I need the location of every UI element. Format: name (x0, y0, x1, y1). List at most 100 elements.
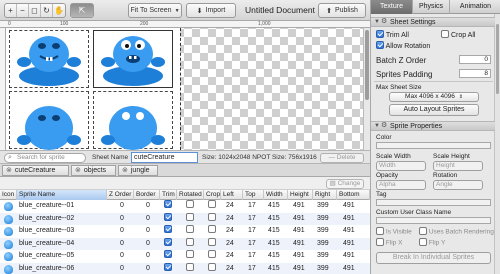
rotated-checkbox[interactable] (186, 225, 194, 234)
custom-class-input[interactable] (376, 217, 491, 224)
scale-height-input[interactable]: Height (433, 161, 483, 171)
column-header-left[interactable]: Left (221, 190, 243, 200)
pan-hand-icon[interactable]: ✋ (53, 4, 65, 17)
rotation-label: Rotation (433, 172, 458, 179)
table-row[interactable]: blue_creature--04 0 0 24 17 415 491 399 … (0, 237, 370, 250)
crop-all-checkbox[interactable]: Crop All (441, 30, 475, 39)
table-row[interactable]: blue_creature--02 0 0 24 17 415 491 399 … (0, 212, 370, 225)
column-header-trim[interactable]: Trim (160, 190, 177, 200)
is-visible-checkbox[interactable]: Is Visible (376, 227, 412, 236)
folder-tab-jungle[interactable]: ⊗ jungle (118, 165, 158, 176)
select-arrow-icon[interactable]: ⇱ (71, 4, 93, 17)
rotated-checkbox[interactable] (186, 200, 194, 209)
scroll-thumb[interactable] (365, 30, 369, 100)
canvas-vertical-scrollbar[interactable] (363, 28, 370, 150)
max-sheet-size-select[interactable]: Max 4096 x 4096 ⇕ (389, 92, 479, 102)
trim-checkbox[interactable] (164, 200, 172, 209)
crop-checkbox[interactable] (208, 225, 216, 234)
table-row[interactable]: blue_creature--01 0 0 24 17 415 491 399 … (0, 200, 370, 213)
folder-tab-objects[interactable]: ⊗ objects (71, 165, 116, 176)
table-row[interactable]: blue_creature--06 0 0 24 17 415 491 399 … (0, 262, 370, 274)
tab-animation[interactable]: Animation (450, 0, 500, 14)
trim-checkbox[interactable] (164, 250, 172, 259)
crop-checkbox[interactable] (208, 262, 216, 271)
crop-checkbox[interactable] (208, 212, 216, 221)
column-header-z-order[interactable]: Z Order (107, 190, 134, 200)
opacity-input[interactable]: Alpha (376, 180, 426, 190)
disclosure-triangle-icon[interactable]: ▼ (374, 18, 380, 26)
sheet-name-input[interactable]: cuteCreature (131, 152, 198, 163)
close-icon[interactable]: ⊗ (75, 167, 81, 174)
column-header-width[interactable]: Width (264, 190, 288, 200)
folder-tab-cuteCreature[interactable]: ⊗ cuteCreature (2, 165, 69, 176)
zoom-out-icon[interactable]: − (17, 4, 29, 17)
sprite-properties-header[interactable]: ▼ ⚙ Sprite Properties (371, 121, 495, 131)
ruler-mark: 200 (140, 21, 149, 27)
table-row[interactable]: blue_creature--03 0 0 24 17 415 491 399 … (0, 225, 370, 238)
zoom-fit-select[interactable]: Fit To Screen ▼ (128, 3, 182, 18)
delete-button[interactable]: — Delete (320, 153, 364, 163)
trim-checkbox[interactable] (164, 237, 172, 246)
change-button[interactable]: ▧ Change (326, 179, 364, 189)
column-header-border[interactable]: Border (134, 190, 160, 200)
bottom-value: 491 (343, 214, 355, 222)
sprite-thumbnail-icon (4, 202, 13, 211)
disclosure-triangle-icon[interactable]: ▼ (374, 122, 380, 130)
column-header-height[interactable]: Height (288, 190, 313, 200)
rotated-checkbox[interactable] (186, 237, 194, 246)
close-icon[interactable]: ⊗ (122, 167, 128, 174)
tag-input[interactable] (376, 199, 491, 206)
batch-z-order-input[interactable]: 0 (459, 55, 491, 64)
trim-checkbox[interactable] (164, 212, 172, 221)
rotation-input[interactable]: Angle (433, 180, 483, 190)
z-order-value: 0 (120, 264, 124, 272)
zoom-in-icon[interactable]: + (5, 4, 17, 17)
publish-icon: ⬆ (326, 7, 332, 15)
width-value: 415 (268, 214, 280, 222)
height-value: 491 (293, 264, 305, 272)
sprite-search-input[interactable]: ⌕ Search for sprite (4, 153, 86, 163)
bottom-value: 491 (343, 227, 355, 234)
trim-checkbox[interactable] (164, 262, 172, 271)
select-tool-segment[interactable]: ⇱ (70, 3, 94, 18)
crop-checkbox[interactable] (208, 200, 216, 209)
sprites-padding-input[interactable]: 8 (459, 69, 491, 78)
sprite-sheet-area[interactable] (6, 28, 180, 150)
column-header-rotated[interactable]: Rotated (177, 190, 204, 200)
rotated-checkbox[interactable] (186, 262, 194, 271)
auto-layout-sprites-button[interactable]: Auto Layout Sprites (389, 104, 479, 116)
zoom-reset-icon[interactable]: ◻ (29, 4, 41, 17)
tab-texture[interactable]: Texture (371, 0, 413, 14)
flip-x-checkbox[interactable]: Flip X (376, 238, 402, 247)
rotate-icon[interactable]: ↻ (41, 4, 53, 17)
sheet-settings-header[interactable]: ▼ ⚙ Sheet Settings (371, 17, 495, 27)
column-header-right[interactable]: Right (313, 190, 337, 200)
table-row[interactable]: blue_creature--05 0 0 24 17 415 491 399 … (0, 250, 370, 263)
flip-y-checkbox[interactable]: Flip Y (419, 238, 445, 247)
publish-button[interactable]: ⬆ Publish (318, 3, 366, 18)
rotated-checkbox[interactable] (186, 212, 194, 221)
break-into-sprites-button[interactable]: Break In Individual Sprites (376, 252, 491, 264)
column-header-bottom[interactable]: Bottom (337, 190, 370, 200)
uses-batch-rendering-checkbox[interactable]: Uses Batch Rendering (419, 227, 494, 236)
close-icon[interactable]: ⊗ (6, 167, 12, 174)
sprite-sheet-canvas[interactable]: 0 100 200 1,000 (0, 21, 370, 150)
inspector-scrollbar[interactable] (494, 14, 500, 274)
scroll-thumb[interactable] (496, 24, 499, 94)
crop-checkbox[interactable] (208, 237, 216, 246)
tab-physics[interactable]: Physics (413, 0, 450, 14)
column-header-icon[interactable]: Icon (0, 190, 17, 200)
scale-width-input[interactable]: Width (376, 161, 426, 171)
column-header-sprite-name[interactable]: Sprite Name (17, 190, 107, 200)
tool-segment[interactable]: + − ◻ ↻ ✋ (4, 3, 66, 18)
column-header-crop[interactable]: Crop (204, 190, 221, 200)
allow-rotation-checkbox[interactable]: Allow Rotation (376, 41, 430, 50)
trim-all-checkbox[interactable]: Trim All (376, 30, 409, 39)
crop-checkbox[interactable] (208, 250, 216, 259)
color-well[interactable] (376, 142, 491, 149)
gear-icon: ⚙ (381, 18, 388, 25)
rotated-checkbox[interactable] (186, 250, 194, 259)
column-header-top[interactable]: Top (243, 190, 264, 200)
trim-checkbox[interactable] (164, 225, 172, 234)
import-button[interactable]: ⬇ Import (186, 3, 236, 18)
